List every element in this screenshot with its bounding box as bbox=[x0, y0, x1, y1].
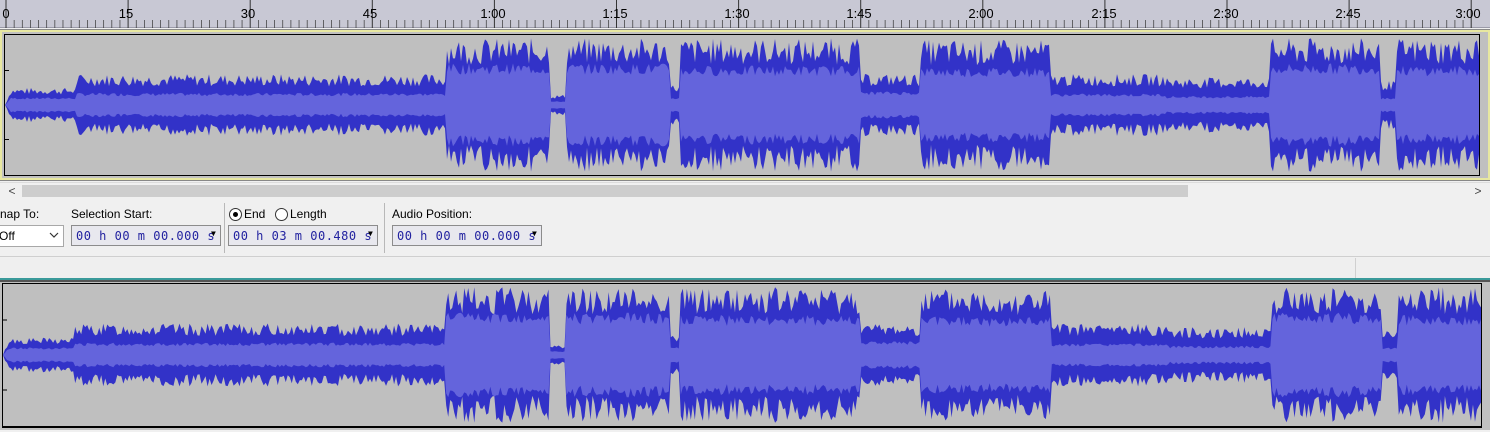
snap-to-label: nap To: bbox=[0, 207, 40, 221]
ruler-label: 15 bbox=[118, 6, 134, 21]
audio-position-time[interactable]: 00 h 00 m 00.000 s ▼ bbox=[392, 225, 542, 246]
ruler-label: 1:45 bbox=[846, 6, 872, 21]
scroll-left-icon[interactable]: < bbox=[4, 183, 20, 199]
audio-position-value: 00 h 00 m 00.000 s bbox=[397, 229, 537, 243]
ruler-label: 3:00 bbox=[1455, 6, 1481, 21]
ruler-label: 2:45 bbox=[1335, 6, 1361, 21]
length-label: Length bbox=[290, 207, 327, 221]
waveform-area[interactable] bbox=[4, 34, 1480, 176]
ruler-label: 2:15 bbox=[1091, 6, 1117, 21]
horizontal-scrollbar[interactable]: < > bbox=[0, 182, 1490, 198]
time-format-dropdown-icon[interactable]: ▼ bbox=[532, 229, 540, 243]
ruler-label: 2:30 bbox=[1213, 6, 1239, 21]
waveform-area[interactable] bbox=[2, 283, 1482, 428]
time-format-dropdown-icon[interactable]: ▼ bbox=[211, 229, 219, 243]
status-area bbox=[0, 258, 1490, 278]
waveform bbox=[5, 38, 1479, 172]
end-radio[interactable] bbox=[229, 208, 242, 221]
waveform bbox=[3, 287, 1481, 423]
selection-end-time[interactable]: 00 h 03 m 00.480 s ▼ bbox=[228, 225, 378, 246]
selection-start-time[interactable]: 00 h 00 m 00.000 s ▼ bbox=[71, 225, 221, 246]
ruler-label: 30 bbox=[240, 6, 256, 21]
audio-track-1[interactable] bbox=[0, 29, 1490, 181]
ruler-label: 45 bbox=[362, 6, 378, 21]
audio-position-label: Audio Position: bbox=[392, 207, 473, 221]
audio-editor-window: 0 15 30 45 1:00 1:15 1:30 1:45 2:00 2:15… bbox=[0, 0, 1490, 432]
audio-track-2[interactable] bbox=[0, 280, 1490, 430]
chevron-down-icon bbox=[49, 232, 59, 238]
ruler-label: 2:00 bbox=[968, 6, 994, 21]
selection-end-value: 00 h 03 m 00.480 s bbox=[233, 229, 373, 243]
ruler-label: 0 bbox=[2, 6, 10, 21]
toolbar-separator bbox=[384, 203, 385, 253]
scrollbar-thumb[interactable] bbox=[22, 185, 1188, 197]
timeline-ruler[interactable]: 0 15 30 45 1:00 1:15 1:30 1:45 2:00 2:15… bbox=[0, 0, 1490, 28]
selection-start-value: 00 h 00 m 00.000 s bbox=[76, 229, 216, 243]
scroll-right-icon[interactable]: > bbox=[1470, 183, 1486, 199]
toolbar-separator bbox=[224, 203, 225, 253]
time-format-dropdown-icon[interactable]: ▼ bbox=[368, 229, 376, 243]
end-label: End bbox=[244, 207, 266, 221]
selection-toolbar: nap To: Off Selection Start: 00 h 00 m 0… bbox=[0, 199, 1490, 257]
snap-to-select[interactable]: Off bbox=[0, 225, 64, 247]
ruler-label: 1:30 bbox=[724, 6, 750, 21]
length-radio[interactable] bbox=[275, 208, 288, 221]
ruler-label: 1:00 bbox=[480, 6, 506, 21]
snap-to-value: Off bbox=[0, 229, 15, 243]
status-divider bbox=[1355, 258, 1356, 278]
selection-start-label: Selection Start: bbox=[71, 207, 153, 221]
ruler-label: 1:15 bbox=[602, 6, 628, 21]
